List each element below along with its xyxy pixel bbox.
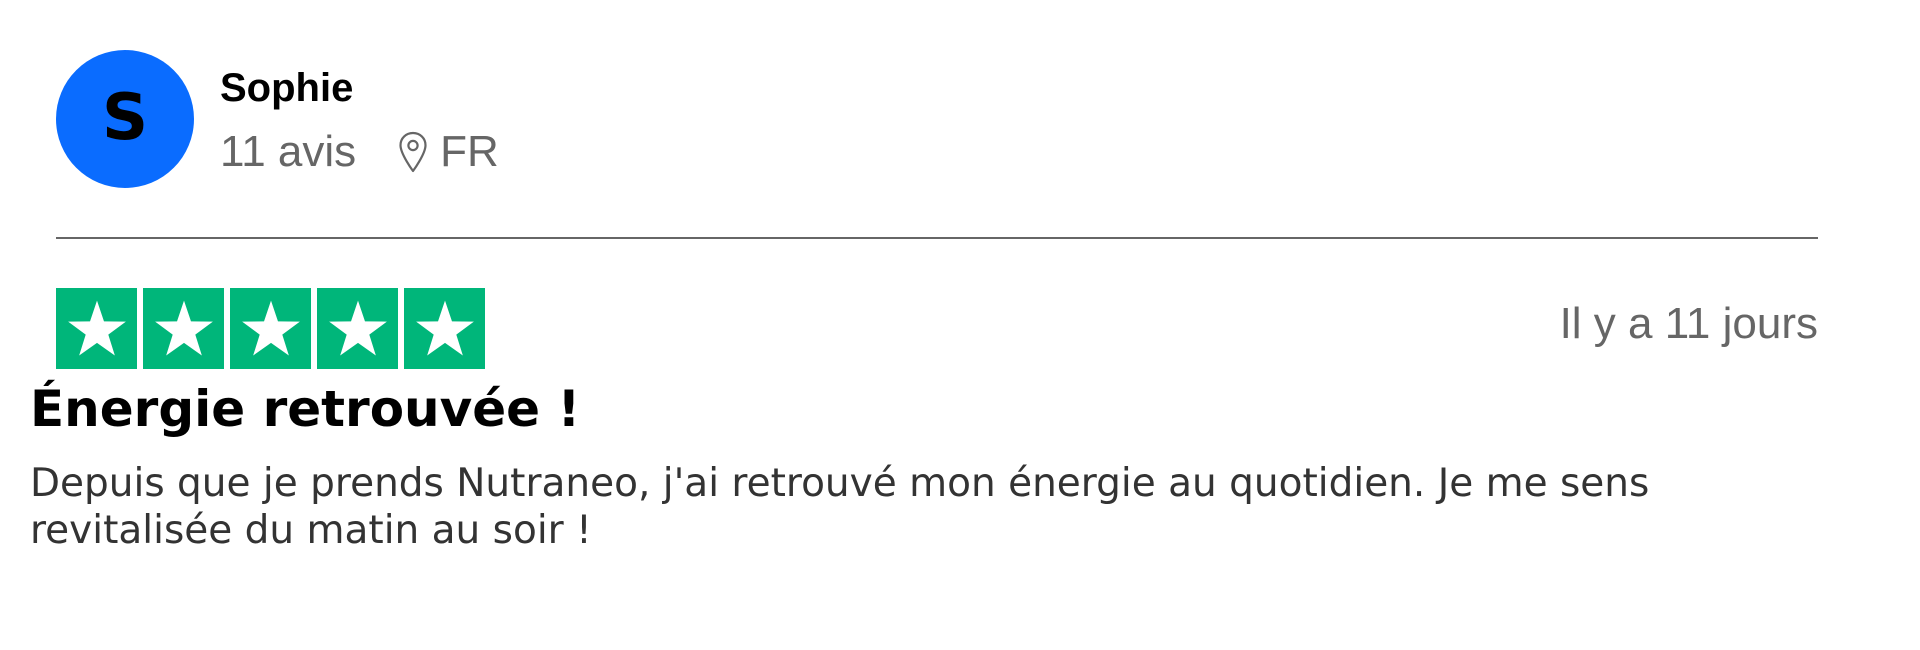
review-title[interactable]: Énergie retrouvée ! [30, 382, 580, 437]
review-body: Depuis que je prends Nutraneo, j'ai retr… [30, 461, 1650, 553]
avatar-initial: S [101, 81, 149, 155]
star-icon [67, 300, 126, 356]
star-rating [56, 288, 485, 369]
reviewer-name[interactable]: Sophie [220, 66, 353, 110]
reviewer-meta: 11 avis FR [220, 127, 499, 176]
location-label: FR [440, 127, 499, 176]
star-icon [415, 300, 474, 356]
star-icon [328, 300, 387, 356]
rating-star [230, 288, 311, 369]
map-pin-icon [399, 132, 427, 173]
rating-star [143, 288, 224, 369]
reviewer-location: FR [398, 127, 499, 176]
review-date: Il y a 11 jours [1559, 299, 1818, 348]
rating-star [56, 288, 137, 369]
divider [56, 237, 1818, 239]
star-icon [241, 300, 300, 356]
avatar: S [56, 50, 194, 188]
star-icon [154, 300, 213, 356]
rating-star [404, 288, 485, 369]
review-count: 11 avis [220, 127, 357, 176]
rating-star [317, 288, 398, 369]
